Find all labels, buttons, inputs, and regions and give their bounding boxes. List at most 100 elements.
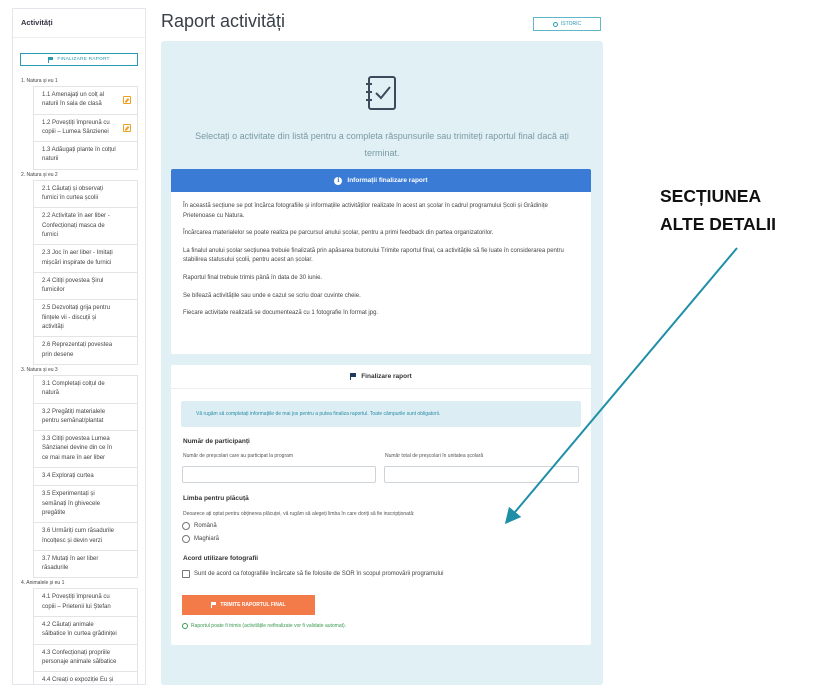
sidebar-activity-item[interactable]: 4.3 Confecționați propriile personaje an… (33, 644, 138, 673)
sidebar-activity-item[interactable]: 2.1 Căutați și observați furnici în curt… (33, 179, 138, 209)
history-button[interactable]: ISTORIC (533, 17, 601, 31)
sidebar-activity-item[interactable]: 3.5 Experimentați și semănați în ghivece… (33, 486, 138, 524)
finalize-card: Finalizare raport Vă rugăm să completați… (171, 365, 591, 645)
flag-icon (350, 373, 357, 380)
participants-label: Număr de preșcolari care au participat l… (183, 453, 294, 459)
language-option-label: Română (194, 523, 217, 529)
info-paragraph: Raportul final trebuie trimis până în da… (183, 274, 323, 281)
intro-text: Selectați o activitate din listă pentru … (195, 131, 569, 158)
sidebar-activity-label: 2.6 Reprezentați povestea prin desene (42, 342, 113, 358)
sidebar-group-title: 4. Animalele și eu 1 (21, 580, 65, 587)
sidebar-activity-item[interactable]: 4.2 Căutați animale sălbatice în curtea … (33, 616, 138, 645)
sidebar-activity-item[interactable]: 3.2 Pregătiți materialele pentru semănat… (33, 403, 138, 432)
finalize-card-title: Finalizare raport (361, 373, 412, 380)
sidebar-activity-label: 3.3 Citiți povestea Lumea Sânzianei devi… (42, 436, 113, 461)
sidebar-activity-item[interactable]: 2.3 Joc în aer liber - Imitați mișcări i… (33, 245, 138, 273)
sidebar-activity-label: 3.5 Experimentați și semănați în ghivece… (42, 491, 101, 516)
radio-button[interactable] (182, 535, 190, 543)
language-title: Limba pentru plăcuță (183, 495, 249, 502)
check-circle-icon (182, 623, 188, 629)
radio-button[interactable] (182, 522, 190, 530)
info-card-body: În această secțiune se pot încărca fotog… (171, 192, 591, 319)
sidebar-activity-label: 3.6 Urmăriți cum răsadurile încolțesc și… (42, 528, 115, 544)
sidebar-activity-item[interactable]: 4.4 Creați o expoziție Eu și prietenii m… (33, 672, 138, 684)
annotation-line: ALTE DETALII (660, 214, 777, 234)
photo-consent-checkbox-row[interactable]: Sunt de acord ca fotografiile încărcate … (182, 570, 443, 578)
sidebar-activity-label: 1.3 Adăugați plante în colțul naturii (42, 147, 116, 163)
annotation-label: SECȚIUNEA ALTE DETALII (660, 182, 776, 238)
sidebar-finalize-label: FINALIZARE RAPORT (57, 57, 110, 62)
flag-icon (211, 602, 217, 608)
sidebar-activity-label: 4.4 Creați o expoziție Eu și prietenii m… (42, 677, 114, 684)
sidebar-activity-item[interactable]: 1.1 Amenajați un colț al naturii în sala… (33, 86, 138, 115)
success-message: Raportul poate fi trimis (activitățile n… (182, 623, 346, 629)
sidebar-activity-label: 2.1 Căutați și observați furnici în curt… (42, 185, 104, 202)
photo-title: Acord utilizare fotografii (183, 555, 259, 562)
required-notice: Vă rugăm să completați informațiile de m… (181, 401, 581, 427)
sidebar-activity-label: 4.3 Confecționați propriile personaje an… (42, 649, 117, 665)
info-card-header: i Informații finalizare raport (171, 169, 591, 192)
sidebar-activity-item[interactable]: 2.4 Citiți povestea Șirul furnicilor (33, 272, 138, 301)
page-title: Raport activități (161, 11, 286, 31)
info-paragraph: La finalul anului școlar secțiunea trebu… (183, 247, 564, 264)
sidebar-activity-item[interactable]: 3.1 Completați colțul de natură (33, 374, 138, 404)
edit-icon[interactable] (123, 123, 131, 132)
participants-input[interactable] (182, 466, 376, 483)
submit-label: TRIMITE RAPORTUL FINAL (220, 602, 286, 608)
checklist-icon (366, 76, 396, 110)
sidebar-activity-label: 2.5 Dezvoltați grija pentru ființele vii… (42, 305, 111, 331)
main-panel: Selectați o activitate din listă pentru … (161, 41, 603, 685)
clock-icon (552, 21, 558, 27)
info-card-title: Informații finalizare raport (347, 177, 428, 184)
sidebar-activity-label: 3.1 Completați colțul de natură (42, 380, 105, 397)
info-paragraph: Fiecare activitate realizată se document… (183, 310, 379, 317)
finalize-card-header: Finalizare raport (171, 365, 591, 389)
total-label: Număr total de preșcolari în unitatea șc… (385, 453, 484, 459)
history-label: ISTORIC (560, 21, 582, 27)
language-option-maghiara[interactable]: Maghiară (182, 535, 219, 543)
sidebar-activity-item[interactable]: 2.5 Dezvoltați grija pentru ființele vii… (33, 300, 138, 338)
language-option-romana[interactable]: Română (182, 522, 217, 530)
sidebar-activity-label: 2.4 Citiți povestea Șirul furnicilor (42, 277, 104, 294)
edit-icon[interactable] (123, 96, 131, 105)
sidebar-group-title: 2. Natura și eu 2 (21, 171, 58, 178)
sidebar-activity-label: 3.2 Pregătiți materialele pentru semănat… (42, 408, 106, 424)
sidebar-activity-item[interactable]: 1.3 Adăugați plante în colțul naturii (33, 142, 138, 170)
language-option-label: Maghiară (194, 536, 220, 542)
sidebar-activity-label: 3.4 Explorați curtea (42, 473, 94, 480)
sidebar-activity-item[interactable]: 2.6 Reprezentați povestea prin desene (33, 337, 138, 365)
sidebar: Activități FINALIZARE RAPORT 1. Natura ș… (12, 8, 146, 685)
sidebar-title: Activități (13, 9, 145, 38)
sidebar-activity-label: 1.1 Amenajați un colț al naturii în sala… (42, 92, 105, 108)
info-paragraph: Se bifează activitățile sau unde e cazul… (183, 292, 361, 299)
sidebar-activity-item[interactable]: 4.1 Poveștiți împreună cu copiii – Priet… (33, 588, 138, 617)
submit-final-report-button[interactable]: TRIMITE RAPORTUL FINAL (182, 595, 315, 615)
annotation-line: SECȚIUNEA (660, 186, 762, 206)
sidebar-activity-label: 4.2 Căutați animale sălbatice în curtea … (42, 621, 117, 638)
sidebar-activity-label: 1.2 Poveștiți împreună cu copiii – Lumea… (42, 119, 110, 135)
sidebar-activity-item[interactable]: 3.3 Citiți povestea Lumea Sânzianei devi… (33, 431, 138, 469)
participants-title: Număr de participanți (183, 438, 250, 445)
info-paragraph: Încărcarea materialelor se poate realiza… (183, 230, 494, 237)
flag-icon (48, 56, 54, 63)
language-hint: Deoarece ați optat pentru obținerea plăc… (183, 511, 415, 517)
sidebar-activity-item[interactable]: 3.7 Mutați în aer liber răsadurile (33, 550, 138, 579)
sidebar-activity-item[interactable]: 2.2 Activitate în aer liber - Confecțion… (33, 208, 138, 246)
sidebar-activity-item[interactable]: 3.4 Explorați curtea (33, 468, 138, 487)
total-input[interactable] (384, 466, 579, 483)
sidebar-activity-label: 2.3 Joc în aer liber - Imitați mișcări i… (42, 250, 113, 266)
info-paragraph: În această secțiune se pot încărca fotog… (183, 203, 548, 219)
sidebar-activity-label: 2.2 Activitate în aer liber - Confecțion… (42, 213, 110, 238)
info-icon: i (334, 176, 343, 185)
sidebar-group-title: 3. Natura și eu 3 (21, 366, 58, 373)
sidebar-activity-label: 3.7 Mutați în aer liber răsadurile (42, 555, 99, 572)
checkbox[interactable] (182, 570, 190, 578)
sidebar-group-title: 1. Natura și eu 1 (21, 78, 58, 84)
photo-consent-label: Sunt de acord ca fotografiile încărcate … (194, 571, 444, 577)
sidebar-activity-label: 4.1 Poveștiți împreună cu copiii – Priet… (42, 594, 111, 610)
sidebar-activity-item[interactable]: 1.2 Poveștiți împreună cu copiii – Lumea… (33, 114, 138, 143)
sidebar-finalize-button[interactable]: FINALIZARE RAPORT (20, 53, 138, 66)
success-text: Raportul poate fi trimis (activitățile n… (191, 623, 347, 629)
sidebar-activity-item[interactable]: 3.6 Urmăriți cum răsadurile încolțesc și… (33, 523, 138, 551)
info-card: i Informații finalizare raport În aceast… (171, 169, 591, 354)
